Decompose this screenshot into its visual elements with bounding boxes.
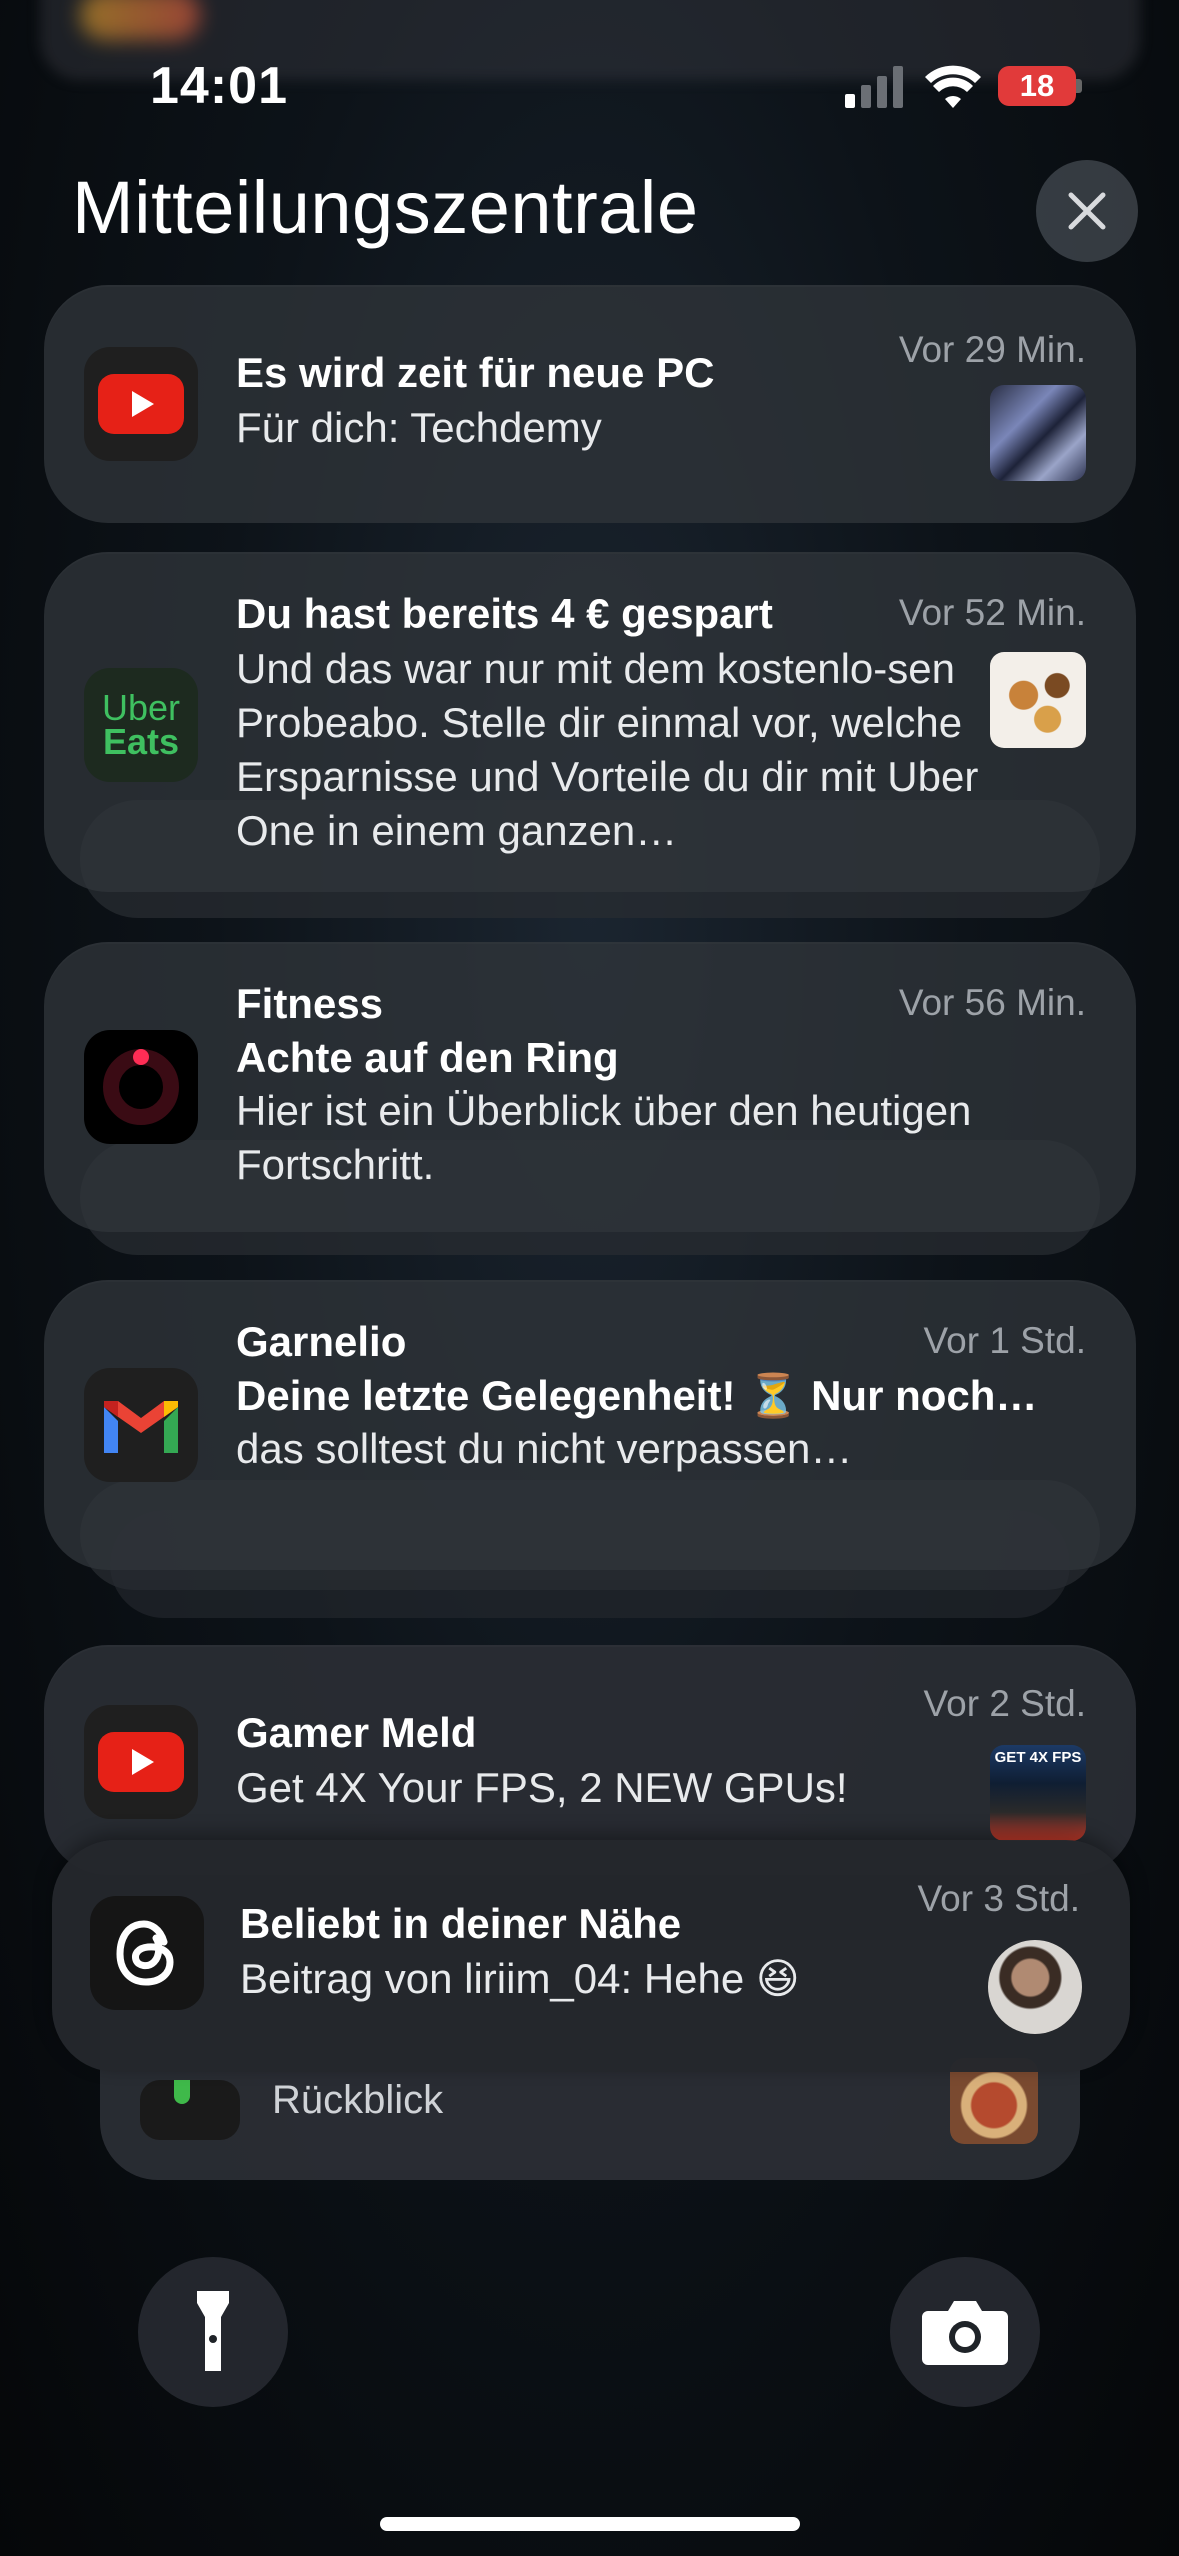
- notification-title: Du hast bereits 4 € gespart: [236, 590, 773, 637]
- notification-time: Vor 3 Std.: [917, 1878, 1081, 1919]
- youtube-app-icon: [84, 347, 198, 461]
- notification-body: Hier ist ein Überblick über den heutigen…: [236, 1087, 972, 1188]
- notification-time: Vor 29 Min.: [898, 329, 1086, 370]
- notification-fitness[interactable]: Fitness Achte auf den Ring Hier ist ein …: [44, 942, 1136, 1232]
- battery-level: 18: [1019, 68, 1055, 103]
- notification-ubereats[interactable]: Uber Eats Du hast bereits 4 € gespart Un…: [44, 552, 1136, 892]
- notification-thumbnail: [990, 652, 1086, 748]
- page-title: Mitteilungszentrale: [72, 166, 699, 249]
- wifi-icon: [925, 65, 981, 108]
- notification-body: Beitrag von liriim_04: Hehe 😆: [240, 1955, 800, 2002]
- notification-title: Es wird zeit für neue PC: [236, 349, 715, 396]
- home-indicator[interactable]: [380, 2517, 800, 2531]
- notification-title: Achte auf den Ring: [236, 1034, 619, 1081]
- notification-thumbnail: GET 4X FPS: [990, 1745, 1086, 1841]
- flashlight-button[interactable]: [138, 2257, 288, 2407]
- close-button[interactable]: [1036, 160, 1138, 262]
- notification-time: Vor 1 Std.: [923, 1320, 1087, 1361]
- notification-threads[interactable]: Beliebt in deiner Nähe Beitrag von lirii…: [52, 1840, 1130, 2072]
- notification-body: Für dich: Techdemy: [236, 404, 602, 451]
- notification-time: Vor 56 Min.: [898, 982, 1086, 1023]
- notification-body: das solltest du nicht verpassen…: [236, 1425, 853, 1472]
- notification-body: Und das war nur mit dem kostenlo-sen Pro…: [236, 645, 979, 854]
- youtube-app-icon: [84, 1705, 198, 1819]
- notification-title: Gamer Meld: [236, 1709, 477, 1756]
- flashlight-icon: [197, 2291, 229, 2371]
- close-icon: [1068, 192, 1106, 230]
- threads-app-icon: [90, 1896, 204, 2010]
- cellular-signal-icon: [845, 66, 903, 108]
- notification-time: Vor 52 Min.: [898, 592, 1086, 633]
- notification-title: Deine letzte Gelegenheit! ⏳ Nur noch…: [236, 1372, 1038, 1419]
- battery-tail: [1076, 79, 1082, 93]
- notification-title: Beliebt in deiner Nähe: [240, 1900, 682, 1947]
- ubereats-app-icon: Uber Eats: [84, 668, 198, 782]
- notification-app-name: Fitness: [236, 980, 384, 1027]
- notification-time: Vor 2 Std.: [923, 1683, 1087, 1724]
- gmail-app-icon: [84, 1368, 198, 1482]
- fitness-app-icon: [84, 1030, 198, 1144]
- fitness-app-icon-small: [140, 2080, 240, 2140]
- notification-sender: Garnelio: [236, 1318, 407, 1365]
- notification-thumbnail: [990, 385, 1086, 481]
- notification-body: Rückblick: [272, 2078, 444, 2122]
- profile-avatar: [988, 1940, 1082, 2034]
- camera-button[interactable]: [890, 2257, 1040, 2407]
- status-time: 14:01: [150, 57, 288, 115]
- notification-body: Get 4X Your FPS, 2 NEW GPUs!: [236, 1764, 848, 1811]
- previous-banner-icon: [80, 0, 200, 40]
- camera-icon: [922, 2301, 1008, 2365]
- notification-youtube-techdemy[interactable]: Es wird zeit für neue PC Für dich: Techd…: [44, 285, 1136, 523]
- notification-gmail[interactable]: Garnelio Deine letzte Gelegenheit! ⏳ Nur…: [44, 1280, 1136, 1570]
